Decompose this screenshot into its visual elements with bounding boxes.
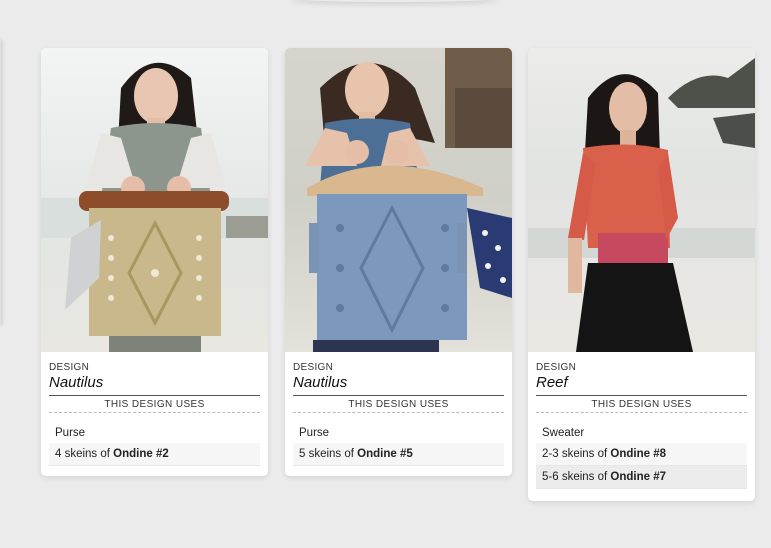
design-photo[interactable]: [41, 48, 268, 352]
yarn-name: Ondine #5: [357, 448, 413, 460]
garment-label: Purse: [55, 427, 86, 439]
design-kicker: DESIGN: [536, 362, 577, 373]
design-kicker: DESIGN: [49, 362, 90, 373]
design-kicker: DESIGN: [293, 362, 334, 373]
yarn-quantity: 5 skeins of: [299, 448, 358, 460]
design-photo[interactable]: [528, 48, 755, 352]
photo-nautilus-blue: [285, 48, 512, 352]
garment-label: Sweater: [542, 427, 585, 439]
yarn-name: Ondine #7: [610, 471, 667, 483]
yarn-name: Ondine #8: [610, 448, 667, 460]
design-uses-heading: THIS DESIGN USES: [536, 395, 747, 413]
top-card-shadow: [290, 0, 500, 2]
yarn-row[interactable]: 2-3 skeins of Ondine #8: [536, 443, 747, 466]
design-card[interactable]: DESIGN Nautilus THIS DESIGN USES Purse 4…: [41, 48, 268, 476]
left-card-edge: [0, 40, 1, 325]
garment-label: Purse: [299, 427, 330, 439]
yarn-quantity: 5-6 skeins of: [542, 471, 611, 483]
design-name[interactable]: Nautilus: [49, 374, 260, 391]
design-card[interactable]: DESIGN Reef THIS DESIGN USES Sweater 2-3…: [528, 48, 755, 501]
yarn-row[interactable]: 5-6 skeins of Ondine #7: [536, 466, 747, 489]
yarn-quantity: 2-3 skeins of: [542, 448, 611, 460]
design-card[interactable]: DESIGN Nautilus THIS DESIGN USES Purse 5…: [285, 48, 512, 476]
design-name[interactable]: Nautilus: [293, 374, 504, 391]
yarn-name: Ondine #2: [113, 448, 169, 460]
yarn-row[interactable]: 5 skeins of Ondine #5: [293, 443, 504, 466]
design-uses-heading: THIS DESIGN USES: [49, 395, 260, 413]
yarn-list: Purse 4 skeins of Ondine #2: [49, 423, 260, 466]
yarn-list: Purse 5 skeins of Ondine #5: [293, 423, 504, 466]
yarn-row[interactable]: 4 skeins of Ondine #2: [49, 443, 260, 466]
yarn-quantity: 4 skeins of: [55, 448, 114, 460]
photo-nautilus-beige: [41, 48, 268, 352]
design-gallery: DESIGN Nautilus THIS DESIGN USES Purse 4…: [0, 0, 771, 548]
photo-reef-coral: [528, 48, 755, 352]
design-uses-heading: THIS DESIGN USES: [293, 395, 504, 413]
design-photo[interactable]: [285, 48, 512, 352]
yarn-list: Sweater 2-3 skeins of Ondine #8 5-6 skei…: [536, 423, 747, 489]
design-name[interactable]: Reef: [536, 374, 747, 391]
